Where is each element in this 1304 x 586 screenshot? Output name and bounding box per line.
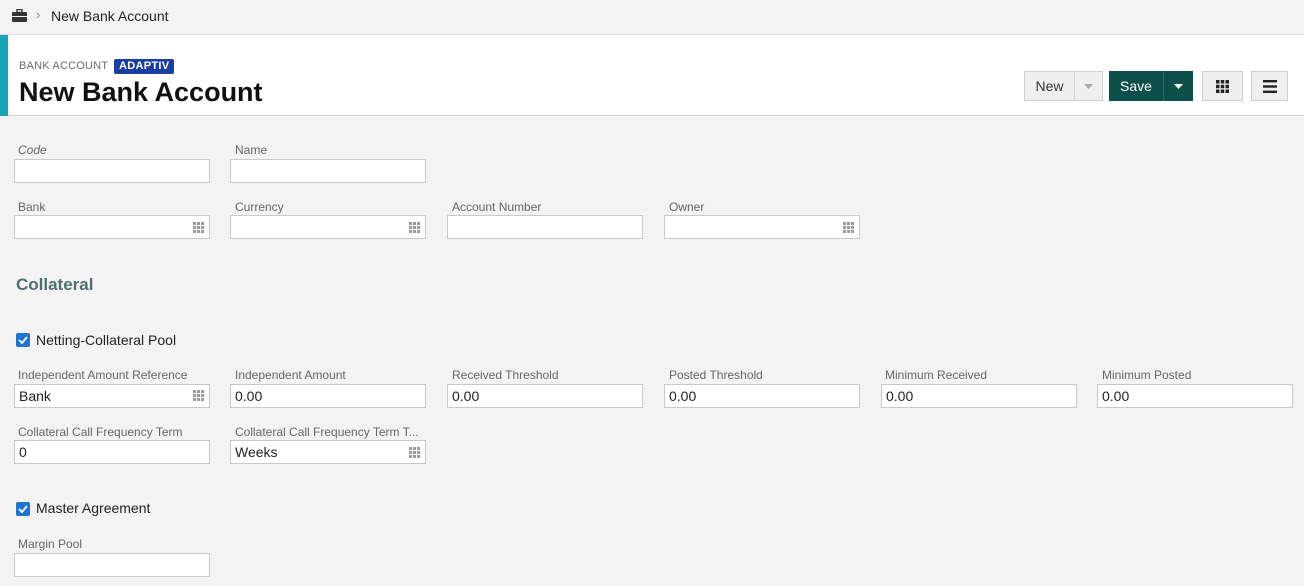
call-frequency-term-type-label: Collateral Call Frequency Term T...	[235, 425, 419, 439]
caret-down-icon	[1174, 83, 1183, 89]
new-button[interactable]: New	[1025, 72, 1075, 100]
name-label: Name	[235, 143, 268, 157]
new-button-group: New	[1024, 71, 1103, 101]
code-input[interactable]	[14, 159, 210, 183]
header-accent-bar	[0, 35, 8, 116]
bank-input[interactable]	[14, 215, 210, 239]
master-agreement-checkbox[interactable]	[16, 502, 30, 516]
call-frequency-term-label: Collateral Call Frequency Term	[18, 425, 183, 439]
independent-amount-reference-input[interactable]	[14, 384, 210, 408]
bank-label: Bank	[18, 200, 46, 214]
save-button[interactable]: Save	[1109, 71, 1164, 101]
checkmark-icon	[18, 336, 28, 344]
owner-label: Owner	[669, 200, 705, 214]
margin-pool-input[interactable]	[14, 553, 210, 577]
lookup-grid-icon[interactable]	[409, 447, 420, 458]
minimum-received-input[interactable]	[881, 384, 1077, 408]
independent-amount-label: Independent Amount	[235, 368, 346, 382]
posted-threshold-input[interactable]	[664, 384, 860, 408]
currency-input[interactable]	[230, 215, 426, 239]
margin-pool-label: Margin Pool	[18, 537, 83, 551]
breadcrumb-current: New Bank Account	[51, 8, 169, 24]
record-type-label: BANK ACCOUNT	[19, 60, 109, 72]
call-frequency-term-type-input[interactable]	[230, 440, 426, 464]
lookup-grid-icon[interactable]	[409, 222, 420, 233]
grid-icon	[1216, 79, 1229, 93]
adaptiv-badge: ADAPTIV	[114, 59, 175, 74]
new-dropdown-button[interactable]	[1075, 72, 1102, 100]
caret-down-icon	[1084, 83, 1093, 89]
call-frequency-term-input[interactable]	[14, 440, 210, 464]
record-header: BANK ACCOUNT ADAPTIV New Bank Account Ne…	[0, 34, 1304, 116]
lookup-grid-icon[interactable]	[193, 222, 204, 233]
page-title: New Bank Account	[19, 77, 263, 107]
received-threshold-input[interactable]	[447, 384, 643, 408]
minimum-posted-label: Minimum Posted	[1102, 368, 1192, 382]
account-number-input[interactable]	[447, 215, 643, 239]
code-label: Code	[18, 143, 47, 157]
save-button-group: Save	[1109, 71, 1193, 101]
collateral-section-title: Collateral	[16, 275, 94, 294]
owner-input[interactable]	[664, 215, 860, 239]
briefcase-icon[interactable]	[12, 9, 27, 22]
netting-pool-label[interactable]: Netting-Collateral Pool	[36, 332, 176, 348]
netting-pool-checkbox[interactable]	[16, 333, 30, 347]
currency-label: Currency	[235, 200, 284, 214]
minimum-received-label: Minimum Received	[885, 368, 988, 382]
name-input[interactable]	[230, 159, 426, 183]
account-number-label: Account Number	[452, 200, 542, 214]
independent-amount-input[interactable]	[230, 384, 426, 408]
hamburger-icon	[1262, 79, 1277, 93]
save-dropdown-button[interactable]	[1164, 71, 1193, 101]
menu-button[interactable]	[1251, 71, 1288, 101]
posted-threshold-label: Posted Threshold	[669, 368, 763, 382]
independent-amount-reference-label: Independent Amount Reference	[18, 368, 188, 382]
grid-view-button[interactable]	[1202, 71, 1243, 101]
received-threshold-label: Received Threshold	[452, 368, 559, 382]
minimum-posted-input[interactable]	[1097, 384, 1293, 408]
lookup-grid-icon[interactable]	[193, 390, 204, 401]
lookup-grid-icon[interactable]	[843, 222, 854, 233]
master-agreement-label[interactable]: Master Agreement	[36, 500, 150, 516]
breadcrumb-separator: ›	[36, 7, 41, 22]
checkmark-icon	[18, 505, 28, 513]
